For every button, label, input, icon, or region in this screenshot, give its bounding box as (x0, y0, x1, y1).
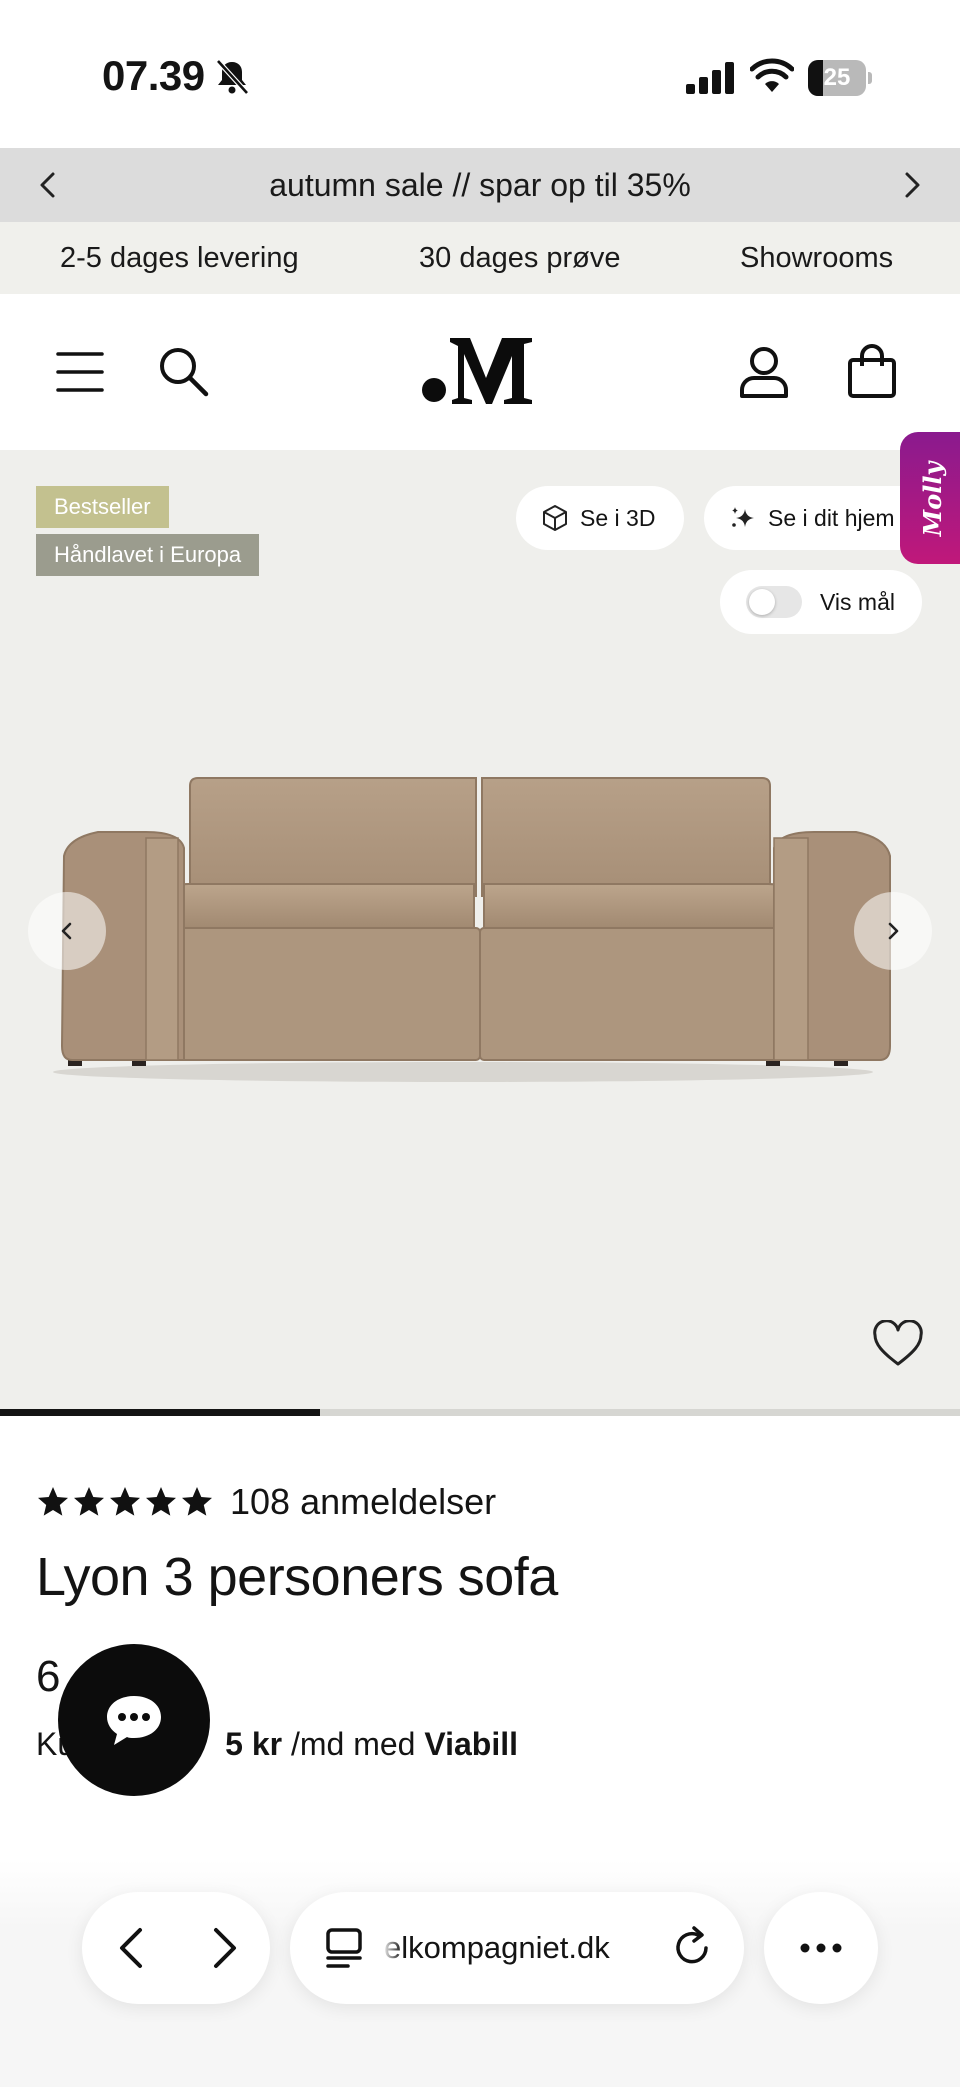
logo[interactable] (420, 334, 540, 406)
more-button[interactable] (764, 1892, 878, 2004)
view-in-home-label: Se i dit hjem (768, 504, 895, 531)
reviews-count[interactable]: 108 anmeldelser (230, 1481, 496, 1523)
sofa-image (53, 777, 891, 1082)
installment-provider: Viabill (424, 1726, 519, 1762)
gallery-progress-fill (0, 1409, 320, 1416)
gallery-next-button[interactable] (854, 892, 932, 970)
usp-showrooms[interactable]: Showrooms (740, 222, 893, 294)
chevron-left-icon (61, 922, 72, 940)
badge-bestseller: Bestseller (36, 486, 169, 528)
reload-icon[interactable] (664, 1920, 720, 1976)
gallery-prev-button[interactable] (28, 892, 106, 970)
rating-stars (36, 1485, 216, 1519)
bell-slash-icon (216, 59, 249, 95)
signal-icon (686, 62, 734, 94)
forward-icon[interactable] (194, 1920, 250, 1976)
sparkle-icon (732, 507, 754, 527)
tabs-icon[interactable] (318, 1920, 374, 1976)
bag-icon[interactable] (844, 344, 900, 400)
battery-percent: 25 (823, 64, 851, 91)
url-text[interactable]: elkompagniet.dk (384, 1892, 610, 2004)
gallery-progress (0, 1409, 960, 1416)
back-icon[interactable] (106, 1920, 162, 1976)
product-title: Lyon 3 personers sofa (36, 1547, 558, 1607)
installment-amount: 5 kr (225, 1726, 283, 1762)
show-measurements-toggle[interactable]: Vis mål (720, 570, 922, 634)
status-time: 07.39 (102, 52, 205, 99)
address-bar[interactable]: elkompagniet.dk (290, 1892, 744, 2004)
chevron-right-icon[interactable] (894, 167, 930, 203)
molly-assistant-tab[interactable]: Molly (900, 432, 960, 564)
chat-icon (107, 1696, 161, 1745)
battery-icon: 25 (808, 60, 872, 96)
star-icon (38, 1487, 68, 1516)
rating-row[interactable]: 108 anmeldelser (36, 1478, 496, 1526)
product-gallery[interactable]: Bestseller Håndlavet i Europa Se i 3D Se… (0, 450, 960, 1410)
cube-icon (543, 505, 567, 531)
promo-text[interactable]: autumn sale // spar op til 35% (0, 148, 960, 222)
badge-handmade: Håndlavet i Europa (36, 534, 260, 576)
promo-bar: autumn sale // spar op til 35% (0, 148, 960, 222)
wifi-icon (750, 58, 794, 92)
chevron-right-icon (888, 922, 899, 940)
user-icon[interactable] (736, 344, 792, 400)
star-icon (110, 1487, 140, 1516)
product-price: 6 (36, 1652, 61, 1701)
site-header (0, 294, 960, 450)
menu-icon[interactable] (52, 344, 108, 400)
usp-bar: 2-5 dages levering 30 dages prøve Showro… (0, 222, 960, 294)
chat-button[interactable] (58, 1644, 210, 1796)
more-icon (800, 1943, 842, 1953)
show-measurements-label: Vis mål (820, 588, 895, 615)
browser-toolbar: elkompagniet.dk (0, 1860, 960, 2087)
star-icon (74, 1487, 104, 1516)
view-3d-label: Se i 3D (580, 504, 656, 531)
usp-trial: 30 dages prøve (419, 242, 621, 274)
star-icon (146, 1487, 176, 1516)
status-bar: 07.39 25 (0, 0, 960, 148)
chevron-left-icon[interactable] (30, 167, 66, 203)
search-icon[interactable] (156, 344, 212, 400)
measure-toggle-switch[interactable] (746, 586, 802, 618)
browser-nav-group (82, 1892, 270, 2004)
installment-suffix: /md med (290, 1726, 416, 1762)
usp-delivery: 2-5 dages levering (60, 242, 299, 274)
view-3d-button[interactable]: Se i 3D (516, 486, 684, 550)
heart-icon[interactable] (872, 1320, 924, 1368)
molly-label: Molly (917, 461, 947, 537)
star-icon (182, 1487, 212, 1516)
